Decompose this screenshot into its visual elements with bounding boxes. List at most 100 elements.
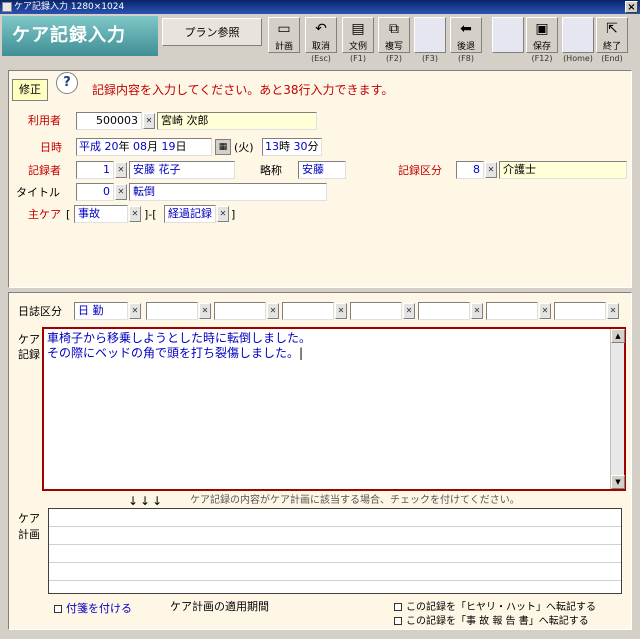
diary-lookup-button-8[interactable]: ✕ bbox=[607, 303, 619, 319]
toolbar-button-6[interactable] bbox=[492, 17, 524, 53]
month-unit: 月 bbox=[147, 140, 158, 153]
document-icon: ▤ bbox=[351, 21, 365, 37]
diary-lookup-button-4[interactable]: ✕ bbox=[335, 303, 347, 319]
toolbar-button-label: 複写 bbox=[384, 42, 403, 52]
diary-field-8[interactable] bbox=[554, 302, 606, 320]
diary-field-6[interactable] bbox=[418, 302, 470, 320]
toolbar-button-label: 終了 bbox=[602, 42, 621, 52]
main-care-2-field[interactable]: 経過記録 bbox=[164, 205, 216, 223]
scroll-up-arrow-icon[interactable]: ▲ bbox=[611, 329, 625, 343]
undo-icon: ↶ bbox=[315, 21, 327, 37]
status-message: 記録内容を入力してください。あと38行入力できます。 bbox=[92, 83, 394, 97]
transfer-hiyari-box[interactable] bbox=[394, 603, 402, 611]
era: 平成 bbox=[79, 140, 101, 153]
diary-lookup-button-3[interactable]: ✕ bbox=[267, 303, 279, 319]
calendar-icon[interactable]: ▦ bbox=[215, 139, 231, 155]
toolbar-shortcut-key: (F1) bbox=[350, 54, 366, 63]
diary-lookup-button-2[interactable]: ✕ bbox=[199, 303, 211, 319]
toolbar-button-3[interactable]: ⧉ 複写 bbox=[378, 17, 410, 53]
minute-unit: 分 bbox=[307, 140, 319, 153]
mode-badge: 修正 bbox=[12, 79, 48, 101]
app-title: ケア記録入力 bbox=[2, 16, 158, 56]
main-care-label: 主ケア bbox=[28, 208, 61, 221]
category-label: 記録区分 bbox=[398, 164, 442, 177]
scroll-down-arrow-icon[interactable]: ▼ bbox=[611, 475, 625, 489]
toolbar-shortcut-key: (F3) bbox=[422, 54, 438, 63]
day: 19 bbox=[161, 140, 176, 153]
hour-unit: 時 bbox=[279, 140, 290, 153]
hour: 13 bbox=[265, 140, 279, 153]
window-title: ケア記録入力 1280×1024 bbox=[14, 2, 125, 12]
diary-field-4[interactable] bbox=[282, 302, 334, 320]
care-record-line-2: その際にベッドの角で頭を打ち裂傷しました。| bbox=[47, 346, 304, 360]
toolbar-button-label: 文例 bbox=[348, 42, 367, 52]
blank-icon bbox=[499, 21, 517, 37]
datetime-label: 日時 bbox=[40, 141, 62, 154]
diary-field-5[interactable] bbox=[350, 302, 402, 320]
monitor-icon: ▭ bbox=[277, 21, 291, 37]
toolbar-button-9[interactable]: ⇱ 終了 bbox=[596, 17, 628, 53]
toolbar-button-7[interactable]: ▣ 保存 bbox=[526, 17, 558, 53]
recorder-name-field: 安藤 花子 bbox=[129, 161, 235, 179]
app-window-icon bbox=[2, 2, 12, 12]
toolbar-button-label: 後退 bbox=[456, 42, 475, 52]
diary-field-3[interactable] bbox=[214, 302, 266, 320]
window-close-button[interactable]: × bbox=[625, 1, 638, 13]
copy-icon: ⧉ bbox=[389, 21, 399, 37]
category-lookup-button[interactable]: ✕ bbox=[485, 162, 497, 178]
user-lookup-button[interactable]: ✕ bbox=[143, 113, 155, 129]
help-icon[interactable]: ? bbox=[56, 72, 78, 94]
diary-field-7[interactable] bbox=[486, 302, 538, 320]
diary-lookup-button-1[interactable]: ✕ bbox=[129, 303, 141, 319]
weekday: (火) bbox=[234, 141, 254, 154]
user-id-field[interactable]: 500003 bbox=[76, 112, 142, 130]
toolbar-button-2[interactable]: ▤ 文例 bbox=[342, 17, 374, 53]
blank-icon bbox=[421, 21, 439, 37]
care-plan-period-label: ケア計画の適用期間 bbox=[170, 600, 269, 613]
diary-lookup-button-5[interactable]: ✕ bbox=[403, 303, 415, 319]
day-unit: 日 bbox=[175, 140, 187, 153]
abbr-field[interactable]: 安藤 bbox=[298, 161, 346, 179]
diary-lookup-button-7[interactable]: ✕ bbox=[539, 303, 551, 319]
category-id-field[interactable]: 8 bbox=[456, 161, 484, 179]
bracket-open: [ bbox=[66, 208, 71, 221]
title-lookup-button[interactable]: ✕ bbox=[115, 184, 127, 200]
abbr-label: 略称 bbox=[260, 164, 282, 177]
recorder-lookup-button[interactable]: ✕ bbox=[115, 162, 127, 178]
transfer-accident-checkbox[interactable]: この記録を「事 故 報 告 書」へ転記する bbox=[394, 613, 589, 631]
care-record-textarea[interactable]: 車椅子から移乗しようとした時に転倒しました。 その際にベッドの角で頭を打ち裂傷し… bbox=[42, 327, 626, 491]
toolbar-shortcut-key: (Home) bbox=[563, 54, 593, 63]
toolbar-button-5[interactable]: ⬅ 後退 bbox=[450, 17, 482, 53]
toolbar-button-1[interactable]: ↶ 取消 bbox=[305, 17, 337, 53]
year: 20 bbox=[104, 140, 119, 153]
tag-checkbox-box[interactable] bbox=[54, 605, 62, 613]
tag-checkbox[interactable]: 付箋を付ける bbox=[54, 600, 132, 618]
recorder-id-field[interactable]: 1 bbox=[76, 161, 114, 179]
title-id-field[interactable]: 0 bbox=[76, 183, 114, 201]
recorder-label: 記録者 bbox=[28, 164, 61, 177]
title-field[interactable]: 転倒 bbox=[129, 183, 327, 201]
main-care-1-field[interactable]: 事故 bbox=[74, 205, 128, 223]
bracket-close: ] bbox=[231, 208, 236, 221]
plan-reference-button[interactable]: プラン参照 bbox=[162, 18, 262, 46]
minute: 30 bbox=[293, 140, 308, 153]
toolbar-button-0[interactable]: ▭ 計画 bbox=[268, 17, 300, 53]
time-field[interactable]: 13時 30分 bbox=[262, 138, 322, 156]
toolbar-shortcut-key: (End) bbox=[601, 54, 623, 63]
care-plan-list[interactable] bbox=[48, 508, 622, 594]
toolbar-button-label: 取消 bbox=[311, 42, 330, 52]
toolbar-button-8[interactable] bbox=[562, 17, 594, 53]
transfer-accident-box[interactable] bbox=[394, 617, 402, 625]
save-disk-icon: ▣ bbox=[535, 21, 549, 37]
diary-field-1[interactable]: 日 勤 bbox=[74, 302, 128, 320]
toolbar-shortcut-key: (F12) bbox=[531, 54, 553, 63]
care-record-scrollbar[interactable]: ▲ ▼ bbox=[610, 329, 625, 489]
year-unit: 年 bbox=[118, 140, 130, 153]
toolbar-button-4[interactable] bbox=[414, 17, 446, 53]
main-care-2-lookup-button[interactable]: ✕ bbox=[217, 206, 229, 222]
diary-lookup-button-6[interactable]: ✕ bbox=[471, 303, 483, 319]
toolbar-shortcut-key: (F2) bbox=[386, 54, 402, 63]
main-care-1-lookup-button[interactable]: ✕ bbox=[129, 206, 141, 222]
date-field[interactable]: 平成 20年 08月 19日 bbox=[76, 138, 212, 156]
diary-field-2[interactable] bbox=[146, 302, 198, 320]
